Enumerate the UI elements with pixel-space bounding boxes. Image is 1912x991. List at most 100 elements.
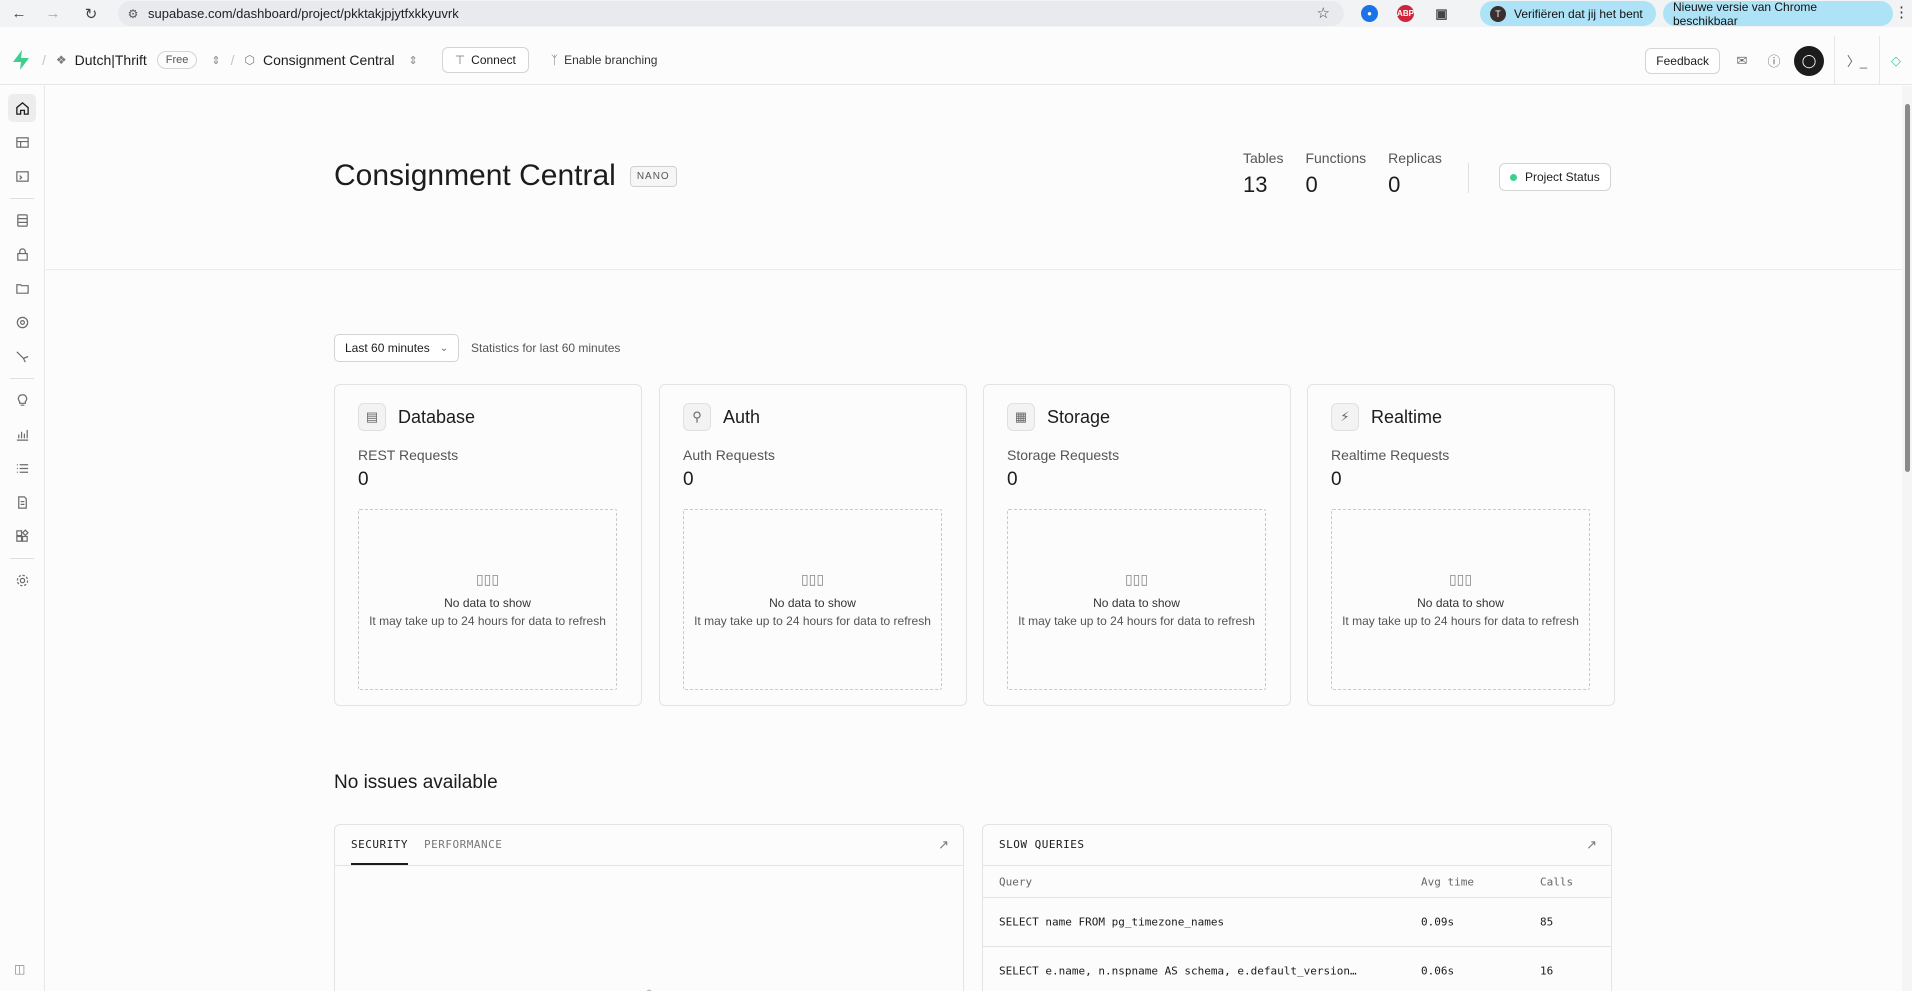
empty-note: It may take up to 24 hours for data to r… [1018,614,1255,628]
card-header: ⚡︎ Realtime [1331,403,1442,431]
sidebar-divider [10,198,34,199]
table-editor-icon[interactable] [8,128,36,156]
plug-icon: ⊤ [454,53,466,67]
integrations-icon[interactable] [8,522,36,550]
advisors-icon[interactable] [8,386,36,414]
empty-title: No data to show [444,596,531,610]
url-text: supabase.com/dashboard/project/pkktakjpj… [148,6,459,21]
user-avatar[interactable]: ◯ [1794,45,1824,76]
stat-label: Functions [1305,150,1367,166]
help-icon[interactable]: ⓘ [1758,45,1790,77]
metric-value: 0 [358,469,369,490]
card-header: ▤ Database [358,403,475,431]
bar-chart-icon: ▯▯▯ [800,571,825,587]
avg-time: 0.06s [1421,964,1455,978]
supabase-logo-icon[interactable] [10,49,32,71]
storage-card[interactable]: ▦ Storage Storage Requests 0 ▯▯▯ No data… [983,384,1291,706]
storage-icon[interactable] [8,274,36,302]
forward-icon[interactable]: → [38,0,68,27]
auth-icon[interactable] [8,240,36,268]
query-text: SELECT name FROM pg_timezone_names [999,915,1225,929]
logs-icon[interactable] [8,454,36,482]
card-header: ▦ Storage [1007,403,1110,431]
table-header: Query Avg time Calls [983,865,1611,897]
card-title: Auth [723,406,761,427]
project-title: Consignment Central [334,159,616,192]
reports-icon[interactable] [8,420,36,448]
git-branch-icon: ᛉ [550,53,559,67]
auth-card[interactable]: ⚲ Auth Auth Requests 0 ▯▯▯ No data to sh… [659,384,967,706]
org-switcher[interactable]: ❖ Dutch|Thrift Free ⇕ [56,51,221,69]
bookmark-star-icon[interactable]: ☆ [1317,4,1330,22]
table-row[interactable]: SELECT e.name, n.nspname AS schema, e.de… [983,946,1611,991]
realtime-card[interactable]: ⚡︎ Realtime Realtime Requests 0 ▯▯▯ No d… [1307,384,1615,706]
breadcrumb-separator: / [42,52,46,68]
address-bar[interactable]: ⚙ supabase.com/dashboard/project/pkktakj… [118,1,1344,26]
metric-value: 0 [683,469,694,490]
connect-button[interactable]: ⊤ Connect [441,47,529,73]
advisor-panel: SECURITY PERFORMANCE ↗ ⬡ [334,824,964,991]
slow-queries-title: SLOW QUERIES [999,838,1085,851]
bar-chart-icon: ▯▯▯ [1124,571,1149,587]
stat-functions[interactable]: Functions 0 [1305,150,1366,198]
site-settings-icon[interactable]: ⚙ [118,7,148,21]
terminal-icon[interactable]: 〉_ [1841,45,1873,77]
card-header: ⚲ Auth [683,403,760,431]
org-icon: ❖ [55,53,67,67]
reload-icon[interactable]: ↻ [76,0,106,27]
metric-label: Realtime Requests [1331,447,1450,463]
adblock-icon[interactable]: ABP [1397,5,1414,22]
sql-editor-icon[interactable] [8,162,36,190]
slow-queries-panel: SLOW QUERIES ↗ Query Avg time Calls SELE… [982,824,1612,991]
chevron-down-icon: ⌄ [439,342,449,354]
empty-title: No data to show [769,596,856,610]
back-icon[interactable]: ← [4,0,34,27]
tab-security[interactable]: SECURITY [351,825,408,865]
api-docs-icon[interactable] [8,488,36,516]
project-status-button[interactable]: Project Status [1499,163,1611,191]
chevron-updown-icon[interactable]: ⇕ [211,54,220,67]
inbox-icon[interactable]: ✉ [1726,45,1758,77]
issues-heading: No issues available [334,772,498,793]
time-range-select[interactable]: Last 60 minutes ⌄ [334,334,460,362]
assistant-icon[interactable]: ◇ [1880,45,1912,77]
enable-branching-button[interactable]: ᛉ Enable branching [551,53,658,67]
chrome-update-pill[interactable]: Nieuwe versie van Chrome beschikbaar [1663,0,1893,28]
column-header-query: Query [999,875,1033,888]
bolt-icon: ⚡︎ [1331,403,1359,431]
metric-value: 0 [1331,469,1342,490]
branching-label: Enable branching [564,53,658,67]
table-row[interactable]: SELECT name FROM pg_timezone_names 0.09s… [983,897,1611,946]
feedback-button[interactable]: Feedback [1645,47,1720,74]
stats-divider [1468,163,1469,193]
collapse-sidebar-icon[interactable]: ◫ [14,962,25,976]
tab-performance[interactable]: PERFORMANCE [424,825,502,865]
verify-identity-pill[interactable]: T Verifiëren dat jij het bent [1480,1,1656,26]
database-card[interactable]: ▤ Database REST Requests 0 ▯▯▯ No data t… [334,384,642,706]
stat-replicas[interactable]: Replicas 0 [1388,150,1442,198]
settings-icon[interactable] [8,566,36,594]
database-icon[interactable] [8,206,36,234]
edge-functions-icon[interactable] [8,342,36,370]
metric-label: Auth Requests [683,447,775,463]
external-link-icon[interactable]: ↗ [1586,837,1597,853]
extension-blue-icon[interactable]: ● [1361,5,1378,22]
page-scrollbar[interactable] [1902,86,1912,991]
home-icon[interactable] [8,94,36,122]
stat-tables[interactable]: Tables 13 [1243,150,1283,198]
connect-label: Connect [471,53,516,67]
page-title: Consignment Central NANO [334,159,677,193]
extensions-puzzle-icon[interactable]: ▣ [1433,5,1450,22]
stat-value: 0 [1305,172,1318,197]
sidebar-divider [10,558,34,559]
scrollbar-thumb[interactable] [1905,104,1910,472]
realtime-icon[interactable] [8,308,36,336]
project-status-label: Project Status [1525,170,1600,184]
archive-icon: ▦ [1007,403,1035,431]
project-box-icon: ⬡ [244,53,255,67]
profile-avatar: T [1490,5,1506,22]
project-switcher[interactable]: ⬡ Consignment Central ⇕ [245,52,418,68]
chrome-menu-icon[interactable]: ⋮ [1894,3,1909,21]
external-link-icon[interactable]: ↗ [938,837,949,853]
chevron-updown-icon[interactable]: ⇕ [409,54,418,67]
